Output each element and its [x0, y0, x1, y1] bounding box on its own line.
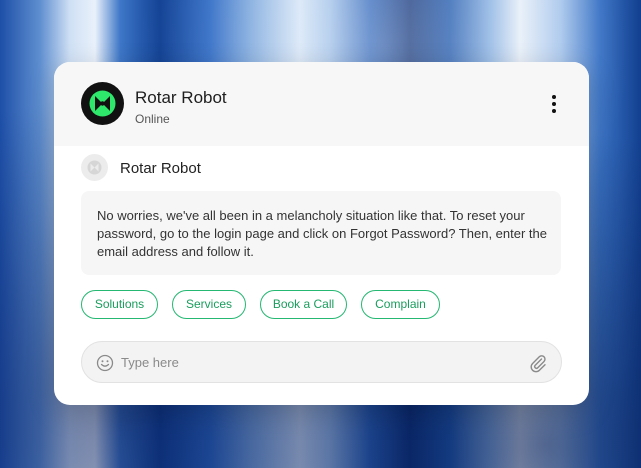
chat-widget: Rotar Robot Online Rotar Robot No worrie…	[54, 62, 589, 405]
more-vertical-icon	[552, 95, 556, 99]
bot-name: Rotar Robot	[135, 88, 227, 107]
message-input[interactable]: Type here	[81, 341, 562, 383]
quick-reply-book-a-call[interactable]: Book a Call	[260, 290, 347, 319]
smiley-icon[interactable]	[96, 354, 114, 372]
bot-status: Online	[135, 112, 170, 126]
quick-reply-complain[interactable]: Complain	[361, 290, 440, 319]
sender-avatar	[81, 154, 108, 181]
quick-reply-services[interactable]: Services	[172, 290, 246, 319]
robot-logo-icon	[81, 82, 124, 125]
message-sender-name: Rotar Robot	[120, 160, 201, 177]
chat-header: Rotar Robot Online	[54, 62, 589, 146]
message-input-placeholder: Type here	[121, 355, 179, 370]
message-bubble: No worries, we've all been in a melancho…	[81, 191, 561, 275]
more-options-button[interactable]	[544, 92, 564, 116]
message-text: No worries, we've all been in a melancho…	[97, 208, 547, 259]
paperclip-icon[interactable]	[528, 353, 548, 373]
quick-reply-solutions[interactable]: Solutions	[81, 290, 158, 319]
